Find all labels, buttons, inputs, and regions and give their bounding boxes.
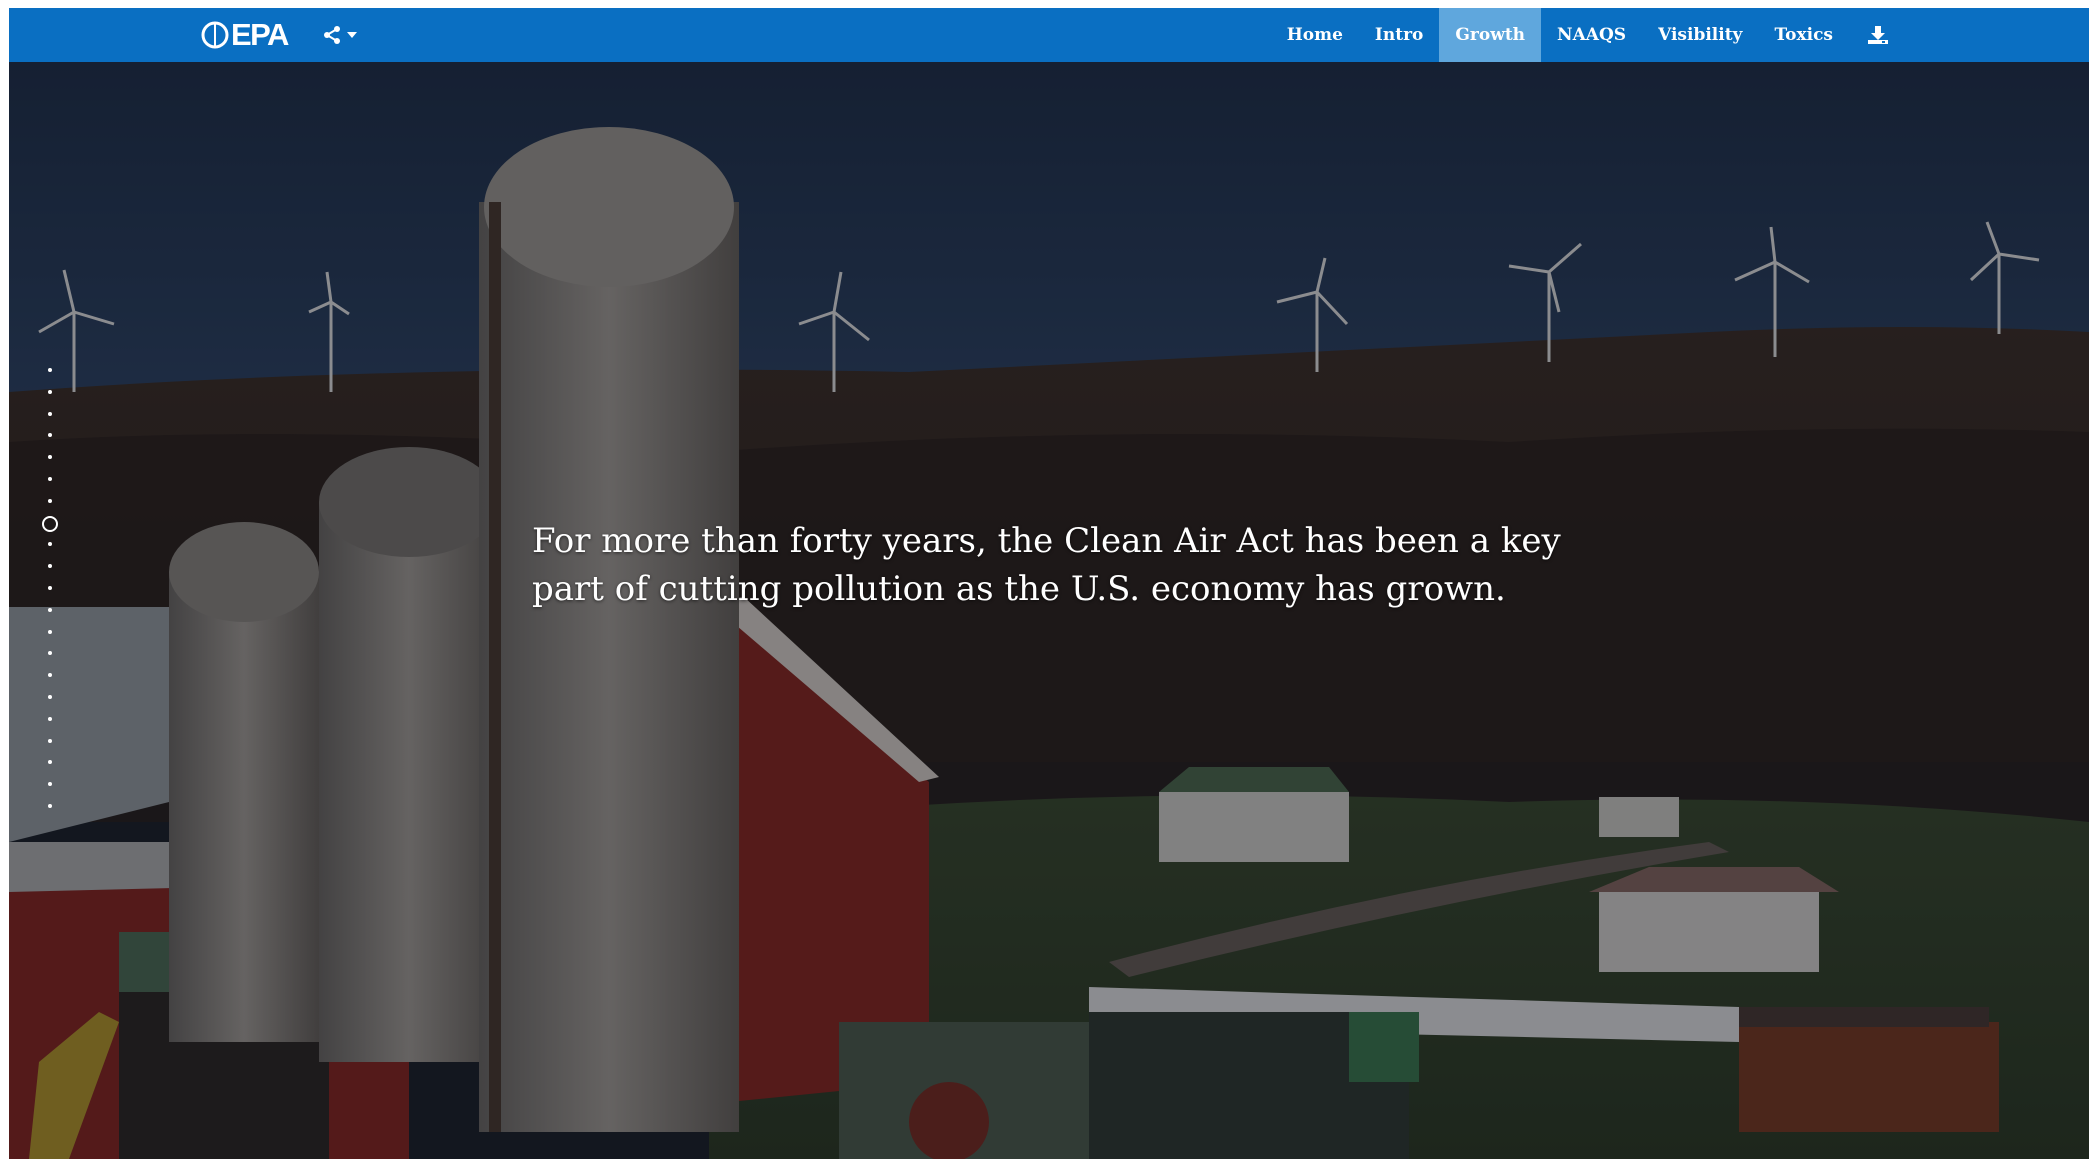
section-dot[interactable] [48,760,52,765]
hero-section: For more than forty years, the Clean Air… [9,62,2089,1159]
section-dot[interactable] [48,607,52,612]
section-dot[interactable] [48,564,52,569]
share-dropdown[interactable] [322,22,358,48]
section-dot[interactable] [48,695,52,699]
nav-visibility[interactable]: Visibility [1642,8,1758,62]
section-dot-active[interactable] [42,515,58,532]
epa-logo[interactable]: EPA [201,17,289,52]
section-dot[interactable] [48,498,52,503]
page-frame: EPA Home Intro Growth NAAQS Visibility T… [9,8,2089,1159]
section-dot[interactable] [48,411,52,416]
share-icon [324,26,340,44]
nav-naaqs[interactable]: NAAQS [1541,8,1642,62]
section-dot[interactable] [48,586,52,590]
section-dot[interactable] [48,651,52,656]
section-dot[interactable] [48,629,52,634]
section-dot[interactable] [48,455,52,460]
section-dot[interactable] [48,542,52,547]
section-dot-nav [35,368,67,828]
main-nav: Home Intro Growth NAAQS Visibility Toxic… [1271,8,1907,62]
section-dot[interactable] [48,477,52,481]
caret-down-icon [347,32,357,38]
hero-headline: For more than forty years, the Clean Air… [532,521,1561,609]
nav-home[interactable]: Home [1271,8,1359,62]
download-icon [1868,26,1888,44]
section-dot[interactable] [48,804,52,808]
section-dot[interactable] [48,782,52,787]
section-dot[interactable] [48,716,52,721]
download-button[interactable] [1849,8,1907,62]
top-navbar: EPA Home Intro Growth NAAQS Visibility T… [9,8,2089,62]
section-dot[interactable] [48,738,52,743]
epa-flower-icon [201,21,229,49]
section-dot[interactable] [48,389,52,394]
epa-logo-text: EPA [231,17,289,52]
section-dot[interactable] [48,673,52,678]
section-dot[interactable] [48,433,52,438]
nav-growth[interactable]: Growth [1439,8,1542,62]
section-dot[interactable] [48,368,52,372]
nav-intro[interactable]: Intro [1359,8,1439,62]
nav-toxics[interactable]: Toxics [1758,8,1849,62]
